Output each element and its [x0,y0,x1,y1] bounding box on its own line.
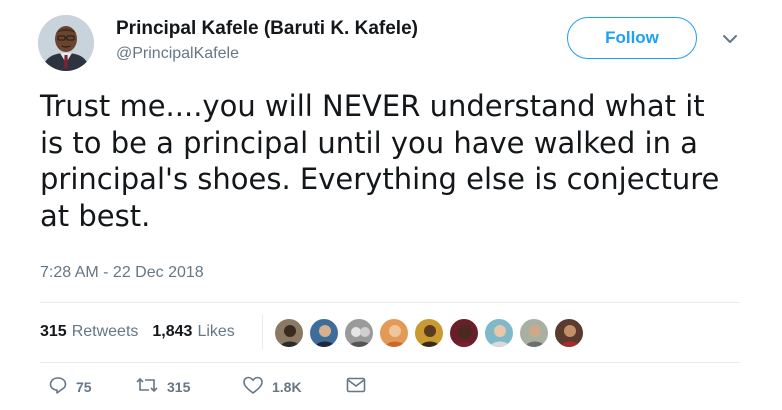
divider [40,302,740,303]
tweet-line: Trust me....you will NEVER understand wh… [40,89,705,123]
tweet-line: is to be a principal until you have walk… [40,125,698,160]
like-count: 1.8K [272,379,302,395]
liker-avatar[interactable] [379,318,409,348]
retweet-button[interactable]: 315 [135,376,190,398]
retweet-icon [135,375,159,400]
liker-avatar[interactable] [274,318,304,348]
reply-count: 75 [76,379,92,395]
tweet-text: Trust me....you will NEVER understand wh… [40,88,760,234]
reply-icon [48,375,68,400]
retweet-count: 315 [167,379,191,395]
tweet-timestamp[interactable]: 7:28 AM - 22 Dec 2018 [40,264,204,282]
retweets-count: 315 [40,323,67,340]
retweets-stat[interactable]: 315 Retweets [40,323,138,341]
liker-avatar[interactable] [344,318,374,348]
liker-avatar[interactable] [309,318,339,348]
liker-avatar[interactable] [484,318,514,348]
like-button[interactable]: 1.8K [242,376,302,398]
direct-message-button[interactable] [345,376,367,398]
liker-avatar[interactable] [414,318,444,348]
author-name[interactable]: Principal Kafele (Baruti K. Kafele) [116,18,418,40]
retweets-label: Retweets [71,323,139,340]
divider [40,362,740,363]
author-handle[interactable]: @PrincipalKafele [116,45,239,63]
liker-avatar[interactable] [519,318,549,348]
heart-icon [242,375,264,400]
engagement-stats: 315 Retweets 1,843 Likes [40,321,235,343]
follow-button[interactable]: Follow [567,17,697,59]
reply-button[interactable]: 75 [48,376,92,398]
likes-label: Likes [197,323,235,340]
tweet-line: at best. [40,198,151,233]
stats-separator [262,314,263,350]
likes-count: 1,843 [152,323,193,340]
chevron-down-icon[interactable] [720,32,740,46]
author-avatar[interactable] [38,15,94,71]
liker-avatar[interactable] [449,318,479,348]
likes-stat[interactable]: 1,843 Likes [152,323,234,341]
liker-avatar[interactable] [554,318,584,348]
profile-photo [38,15,94,71]
envelope-icon [345,375,367,400]
tweet-line: principal's shoes. Everything else is co… [40,162,720,196]
